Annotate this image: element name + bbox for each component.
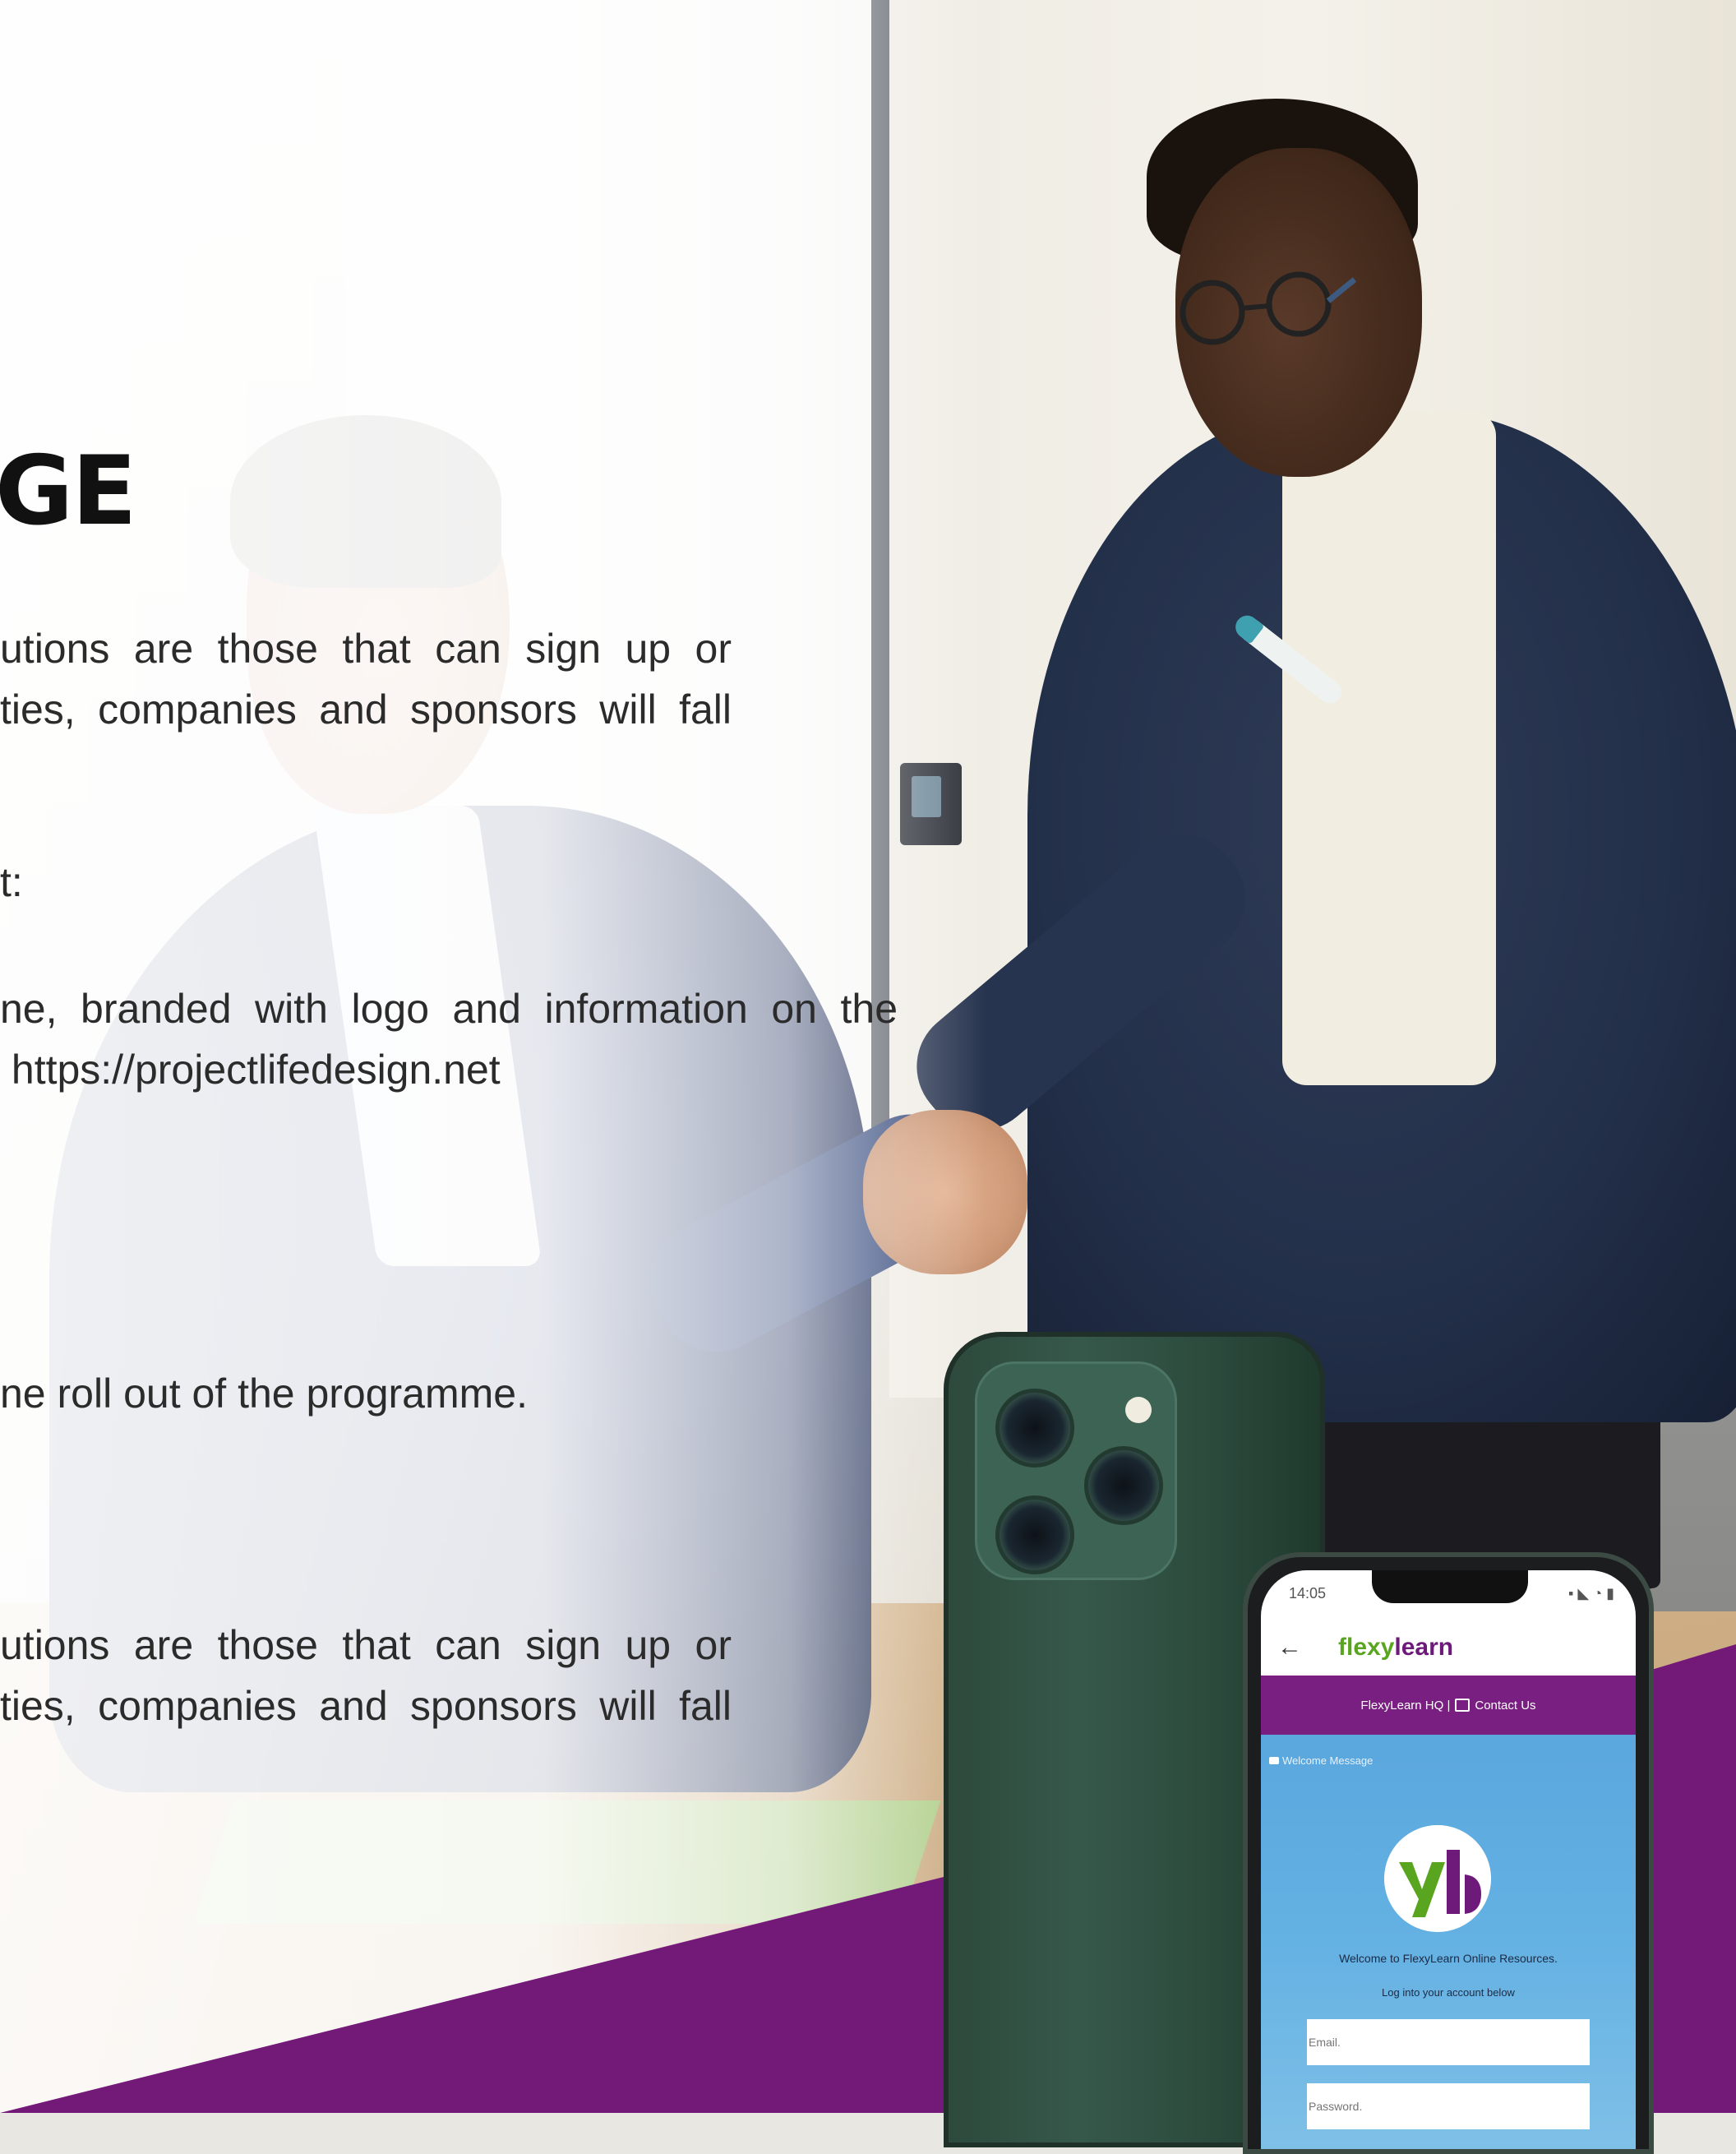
brand-part-flexy: flexy xyxy=(1338,1634,1395,1661)
status-time: 14:05 xyxy=(1289,1585,1327,1602)
message-icon xyxy=(1455,1699,1471,1712)
paragraph-1-line-2: ties, companies and sponsors will fall xyxy=(0,686,732,733)
camera-lens-icon xyxy=(1084,1446,1163,1525)
paragraph-5-line-1: utions are those that can sign up or xyxy=(0,1622,732,1668)
camera-lens-icon xyxy=(995,1389,1074,1468)
paragraph-3-line-1: ne, branded with logo and information on… xyxy=(0,986,898,1032)
paragraph-2: t: xyxy=(0,859,23,905)
camera-lens-icon xyxy=(995,1495,1074,1574)
phone-screen: 14:05 ▪ ◣ ◔ ▮ ← flexylearn FlexyLearn HQ… xyxy=(1261,1570,1636,2149)
app-header: ← flexylearn xyxy=(1261,1620,1636,1676)
project-url-link[interactable]: https://projectlifedesign.net xyxy=(0,1039,898,1100)
paragraph-3: ne, branded with logo and information on… xyxy=(0,978,898,1100)
login-panel: Welcome Message Welcome to FlexyLearn On… xyxy=(1261,1735,1636,2149)
email-field[interactable] xyxy=(1307,2019,1590,2065)
flash-icon xyxy=(1125,1397,1152,1423)
app-nav-bar: FlexyLearn HQ | Contact Us xyxy=(1261,1676,1636,1735)
welcome-message-tag[interactable]: Welcome Message xyxy=(1269,1754,1373,1767)
video-icon xyxy=(1269,1757,1279,1764)
welcome-tag-label: Welcome Message xyxy=(1282,1754,1374,1767)
paragraph-1-line-1: utions are those that can sign up or xyxy=(0,626,732,672)
welcome-text: Welcome to FlexyLearn Online Resources. xyxy=(1339,1952,1558,1965)
phone-front: 14:05 ▪ ◣ ◔ ▮ ← flexylearn FlexyLearn HQ… xyxy=(1243,1552,1654,2154)
status-icons: ▪ ◣ ◔ ▮ xyxy=(1567,1585,1614,1602)
login-prompt: Log into your account below xyxy=(1382,1986,1515,1999)
paragraph-5-line-2: ties, companies and sponsors will fall xyxy=(0,1683,732,1729)
paragraph-1: utions are those that can sign up or tie… xyxy=(0,618,732,740)
flexylearn-logo-icon xyxy=(1384,1825,1491,1932)
brand-part-learn: learn xyxy=(1394,1634,1454,1661)
page-heading: GE xyxy=(0,436,136,547)
phone-notch xyxy=(1372,1570,1528,1603)
back-arrow-icon[interactable]: ← xyxy=(1277,1634,1302,1662)
nav-contact-link[interactable]: Contact Us xyxy=(1475,1699,1535,1713)
password-field[interactable] xyxy=(1307,2083,1590,2129)
paragraph-5: utions are those that can sign up or tie… xyxy=(0,1615,732,1736)
nav-hq-link[interactable]: FlexyLearn HQ | xyxy=(1360,1699,1450,1713)
paragraph-4: ne roll out of the programme. xyxy=(0,1371,528,1417)
camera-module xyxy=(975,1361,1177,1580)
brand-logo: flexylearn xyxy=(1338,1634,1453,1662)
